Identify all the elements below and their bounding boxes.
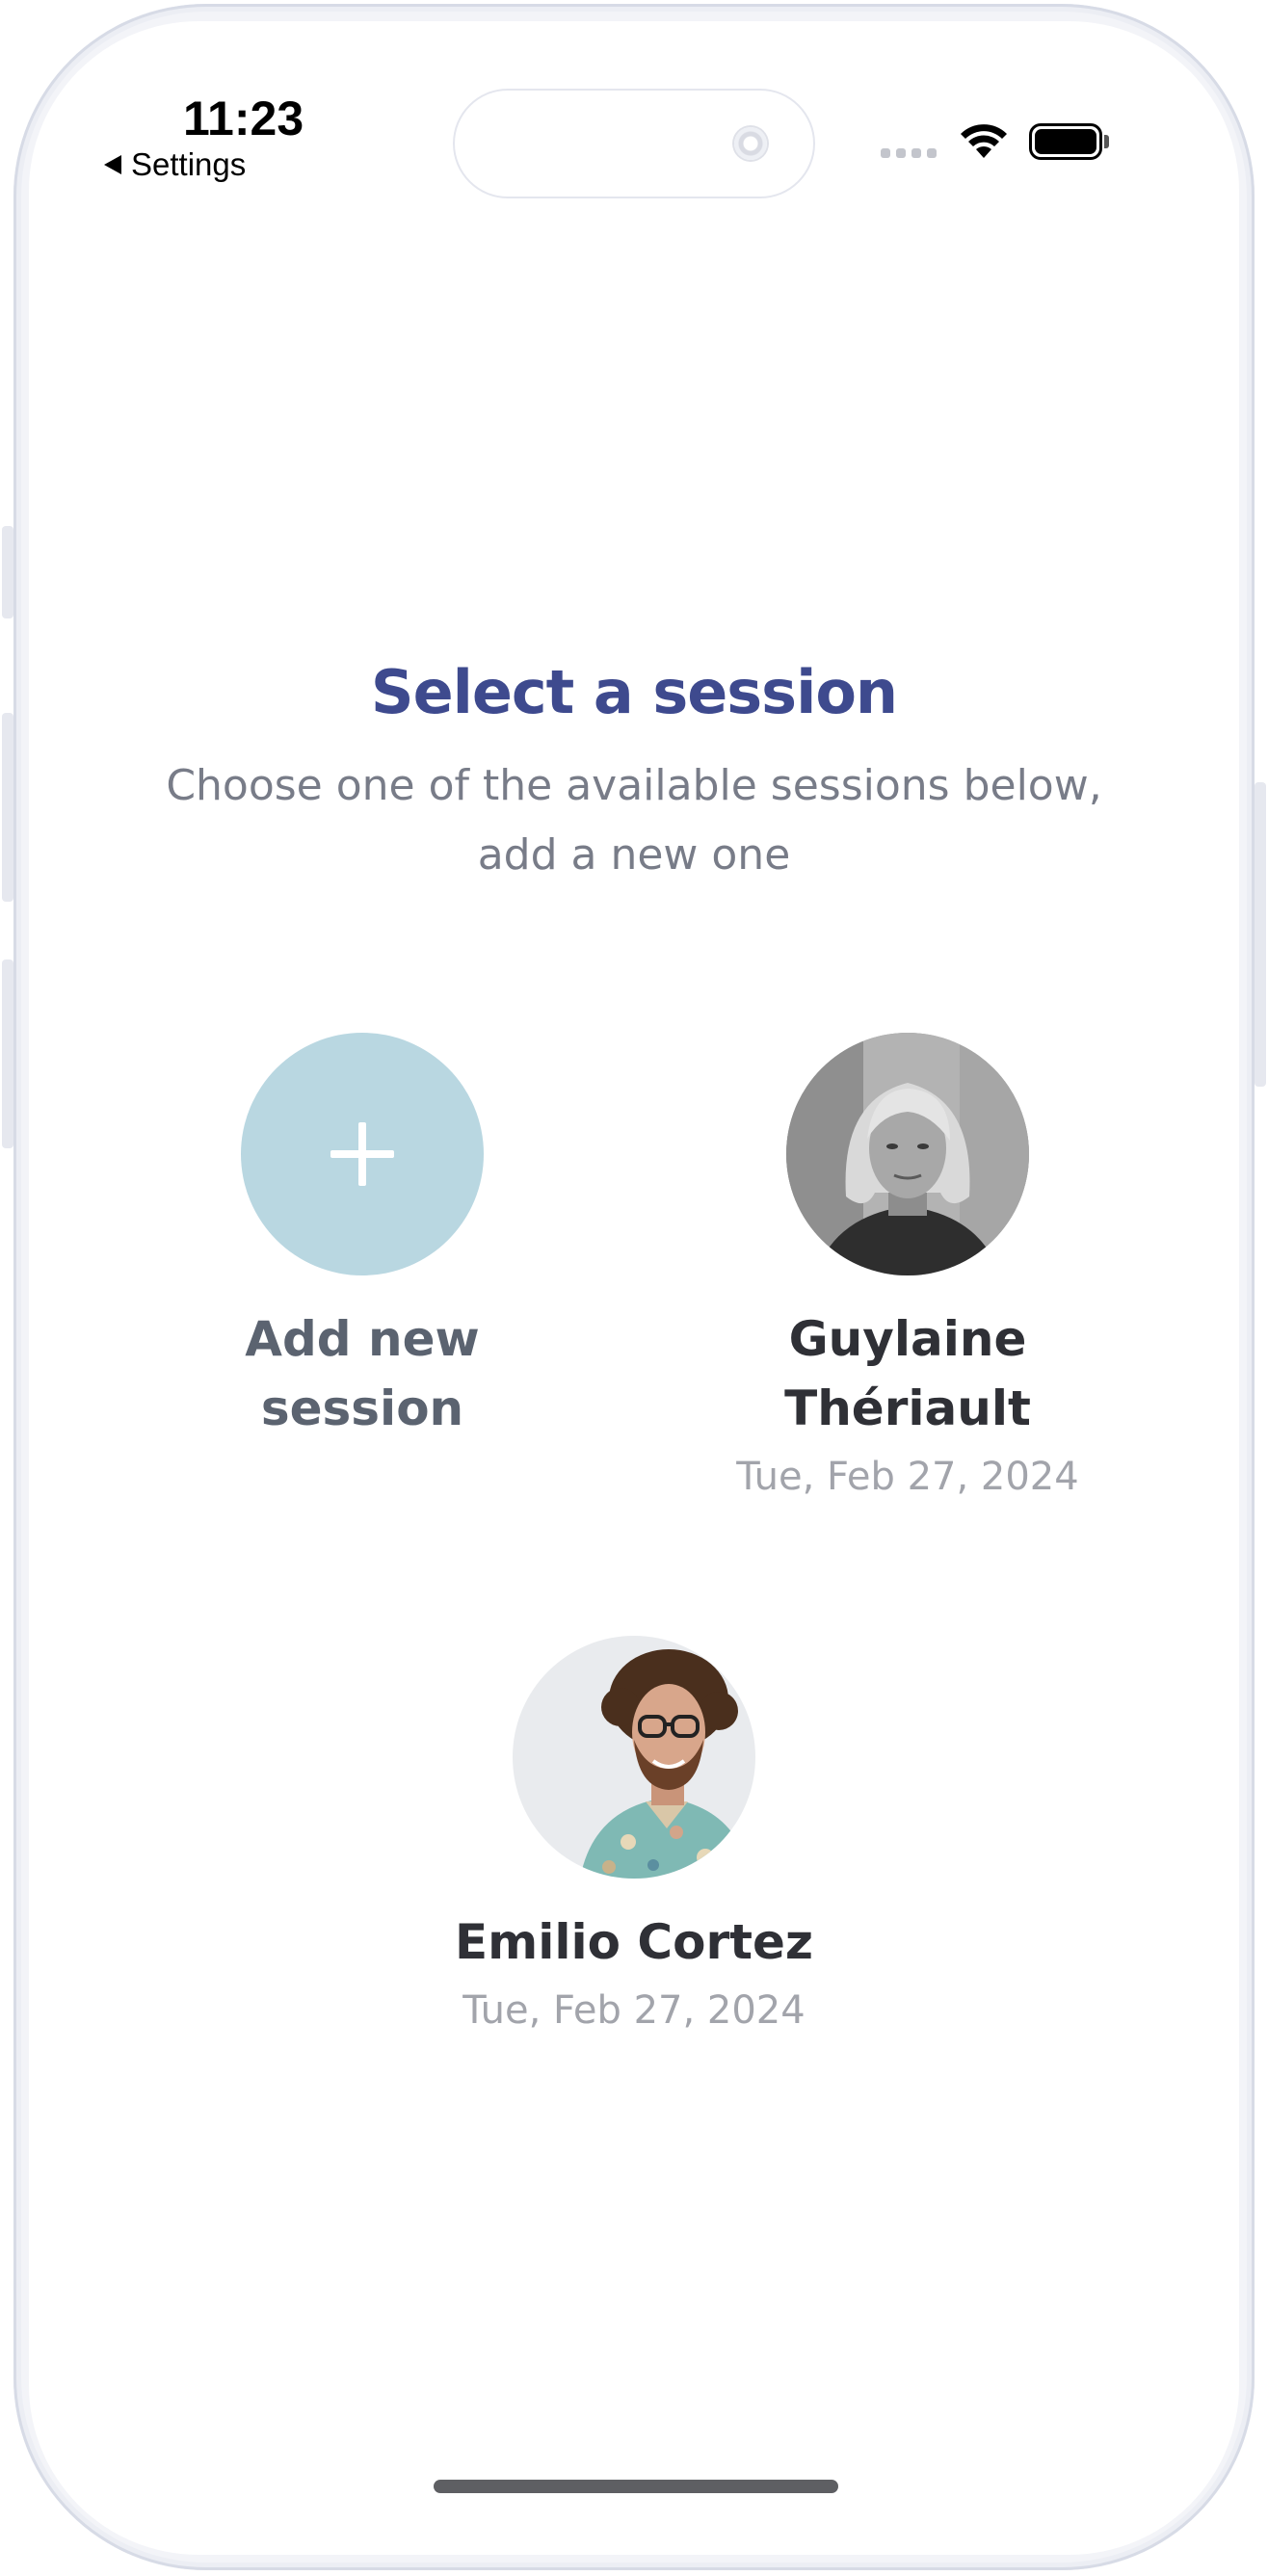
avatar[interactable] <box>513 1636 755 1879</box>
plus-icon <box>330 1122 394 1186</box>
back-to-settings-link[interactable]: Settings <box>104 146 246 183</box>
home-indicator[interactable] <box>434 2480 838 2493</box>
add-session-label: Add new session <box>245 1311 480 1436</box>
back-arrow-icon <box>104 155 121 174</box>
side-button-volume-down <box>2 959 13 1148</box>
session-card[interactable]: Guylaine Thériault Tue, Feb 27, 2024 <box>696 1033 1120 1499</box>
add-session-tile[interactable]: Add new session <box>150 1033 574 1443</box>
battery-icon <box>1029 123 1102 160</box>
camera-icon <box>734 127 767 160</box>
session-date: Tue, Feb 27, 2024 <box>462 1988 806 2033</box>
back-link-label: Settings <box>131 146 247 182</box>
portrait-photo <box>513 1636 755 1879</box>
side-button-power <box>1255 782 1266 1087</box>
cellular-signal-icon <box>881 148 937 158</box>
avatar[interactable] <box>786 1033 1029 1275</box>
session-name: Emilio Cortez <box>454 1914 814 1970</box>
session-card[interactable]: Emilio Cortez Tue, Feb 27, 2024 <box>422 1636 846 2033</box>
side-button-volume-up <box>2 713 13 902</box>
portrait-photo <box>786 1033 1029 1275</box>
session-name: Guylaine Thériault <box>784 1311 1031 1436</box>
battery-cap <box>1104 135 1109 148</box>
add-session-button[interactable] <box>241 1033 484 1275</box>
session-date: Tue, Feb 27, 2024 <box>736 1455 1079 1499</box>
wifi-icon <box>960 123 1008 165</box>
page-subtitle: Choose one of the available sessions bel… <box>166 761 1102 880</box>
side-button-silent <box>2 526 13 618</box>
dynamic-island <box>455 91 813 197</box>
status-time: 11:23 <box>183 92 304 145</box>
page-title: Select a session <box>370 657 898 727</box>
